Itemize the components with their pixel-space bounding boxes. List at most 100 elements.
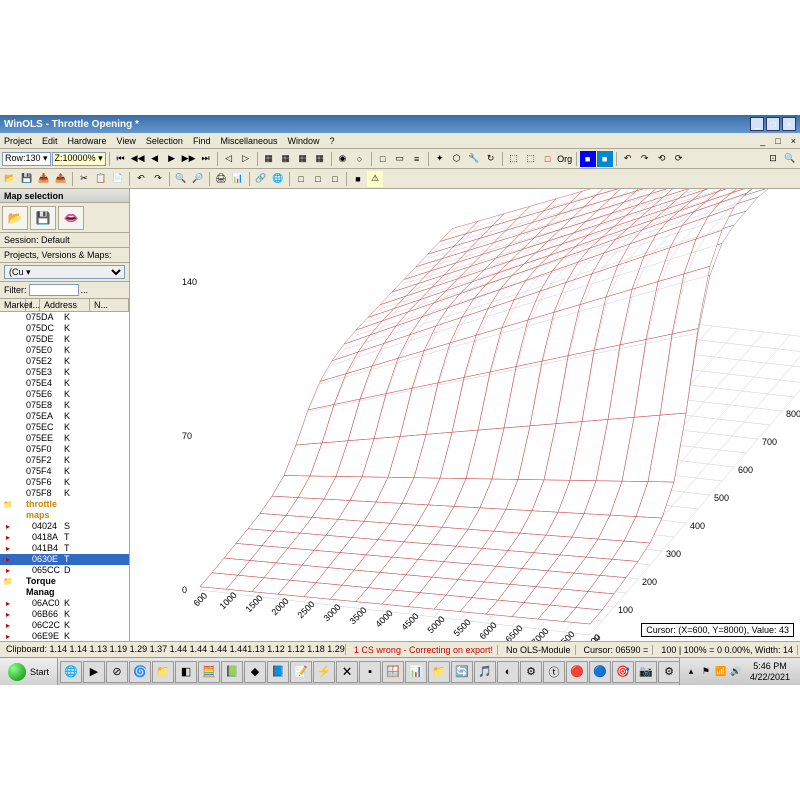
3d-surface-chart[interactable]: 0701406001000150020002500300035004000450…	[130, 189, 800, 641]
cut-icon[interactable]: ✂	[76, 171, 92, 187]
wand-icon[interactable]: ✦	[432, 151, 448, 167]
tree-item[interactable]: 075E4K	[0, 378, 129, 389]
nav-last-icon[interactable]: ⏭	[198, 151, 214, 167]
nav-first-icon[interactable]: ⏮	[113, 151, 129, 167]
color-a-icon[interactable]: ■	[580, 151, 596, 167]
clock[interactable]: 5:46 PM4/22/2021	[744, 661, 796, 683]
zoom-in-icon[interactable]: 🔍	[782, 151, 798, 167]
sel-a-icon[interactable]: ⬚	[506, 151, 522, 167]
minimize-button[interactable]: _	[750, 117, 764, 131]
paste-icon[interactable]: 📄	[110, 171, 126, 187]
tree-item[interactable]: ▸0418AT	[0, 532, 129, 543]
row-field[interactable]: Row:130 ▾	[2, 152, 51, 166]
tray-flag-icon[interactable]: ⚑	[699, 665, 713, 679]
view2-icon[interactable]: ○	[352, 151, 368, 167]
sel-c-icon[interactable]: □	[540, 151, 556, 167]
taskbar-app-16[interactable]: 📁	[428, 661, 450, 683]
taskbar-app-20[interactable]: ⚙	[520, 661, 542, 683]
tool-x1-icon[interactable]: □	[293, 171, 309, 187]
taskbar-app-22[interactable]: 🔴	[566, 661, 588, 683]
taskbar-app-3[interactable]: 🌀	[129, 661, 151, 683]
zoom-fit-icon[interactable]: ⊡	[765, 151, 781, 167]
menu-hardware[interactable]: Hardware	[68, 136, 107, 146]
nav-back-icon[interactable]: ◀	[147, 151, 163, 167]
tree-item[interactable]: 075EEK	[0, 433, 129, 444]
import-icon[interactable]: 📥	[36, 171, 52, 187]
grid-d-icon[interactable]: ▦	[312, 151, 328, 167]
sidebar-lips-icon[interactable]: 👄	[58, 206, 84, 230]
taskbar-app-7[interactable]: 📗	[221, 661, 243, 683]
taskbar-app-19[interactable]: ◐	[497, 661, 519, 683]
taskbar-app-1[interactable]: ▶	[83, 661, 105, 683]
taskbar-app-9[interactable]: 📘	[267, 661, 289, 683]
open-icon[interactable]: 📂	[2, 171, 18, 187]
color-b-icon[interactable]: ■	[597, 151, 613, 167]
rot-b-icon[interactable]: ↷	[637, 151, 653, 167]
undo-icon[interactable]: ↶	[133, 171, 149, 187]
taskbar-app-18[interactable]: 🎵	[474, 661, 496, 683]
connect-icon[interactable]: 🔗	[253, 171, 269, 187]
menu-edit[interactable]: Edit	[42, 136, 58, 146]
rot-c-icon[interactable]: ⟲	[654, 151, 670, 167]
taskbar-app-2[interactable]: ⊘	[106, 661, 128, 683]
taskbar-app-8[interactable]: ◆	[244, 661, 266, 683]
refresh-icon[interactable]: ↻	[483, 151, 499, 167]
rot-a-icon[interactable]: ↶	[620, 151, 636, 167]
redo-icon[interactable]: ↷	[150, 171, 166, 187]
map-tree[interactable]: 075DAK075DCK075DEK075E0K075E2K075E3K075E…	[0, 312, 129, 641]
taskbar-app-11[interactable]: ⚡	[313, 661, 335, 683]
tool-x2-icon[interactable]: □	[310, 171, 326, 187]
sidebar-save-icon[interactable]: 💾	[30, 206, 56, 230]
tree-item[interactable]: 075DCK	[0, 323, 129, 334]
tool-b-icon[interactable]: ▭	[392, 151, 408, 167]
taskbar-app-15[interactable]: 📊	[405, 661, 427, 683]
taskbar-app-0[interactable]: 🌐	[60, 661, 82, 683]
taskbar-app-23[interactable]: 🔵	[589, 661, 611, 683]
tree-item[interactable]: 075E3K	[0, 367, 129, 378]
tree-item[interactable]: 075EAK	[0, 411, 129, 422]
tree-item[interactable]: ▸065CCD	[0, 565, 129, 576]
projects-dropdown[interactable]: (Cu ▾	[4, 265, 125, 279]
find-icon[interactable]: 🔍	[173, 171, 189, 187]
warn-icon[interactable]: ⚠	[367, 171, 383, 187]
taskbar-app-17[interactable]: 🔄	[451, 661, 473, 683]
tree-item[interactable]: 075E2K	[0, 356, 129, 367]
menu-find[interactable]: Find	[193, 136, 211, 146]
filter-input[interactable]	[29, 284, 79, 296]
wrench-icon[interactable]: 🔧	[466, 151, 482, 167]
copy-icon[interactable]: 📋	[93, 171, 109, 187]
report-icon[interactable]: 📊	[230, 171, 246, 187]
tree-item[interactable]: 📁Torque Manag	[0, 576, 129, 598]
tray-up-icon[interactable]: ▴	[684, 665, 698, 679]
menu-help[interactable]: ?	[330, 136, 335, 146]
org-icon[interactable]: Org	[557, 151, 573, 167]
taskbar-app-5[interactable]: ◧	[175, 661, 197, 683]
grid-a-icon[interactable]: ▦	[261, 151, 277, 167]
nav-next-icon[interactable]: ▶▶	[181, 151, 197, 167]
mdi-minimize[interactable]: _	[760, 136, 765, 146]
rot-d-icon[interactable]: ⟳	[671, 151, 687, 167]
nav-fwd-icon[interactable]: ▶	[164, 151, 180, 167]
print-icon[interactable]: 🖨	[213, 171, 229, 187]
taskbar-app-13[interactable]: ▪	[359, 661, 381, 683]
taskbar-app-4[interactable]: 📁	[152, 661, 174, 683]
stop-icon[interactable]: ■	[350, 171, 366, 187]
sidebar-open-icon[interactable]: 📂	[2, 206, 28, 230]
tree-item[interactable]: 075F8K	[0, 488, 129, 499]
tray-net-icon[interactable]: 📶	[714, 665, 728, 679]
tree-item[interactable]: 075DEK	[0, 334, 129, 345]
tree-item[interactable]: 075E0K	[0, 345, 129, 356]
menu-view[interactable]: View	[117, 136, 136, 146]
zoom-field[interactable]: Z:10000% ▾	[52, 152, 106, 166]
grid-c-icon[interactable]: ▦	[295, 151, 311, 167]
tool-c-icon[interactable]: ≡	[409, 151, 425, 167]
start-button[interactable]: Start	[0, 658, 58, 686]
tree-item[interactable]: ▸041B4T	[0, 543, 129, 554]
taskbar-app-10[interactable]: 📝	[290, 661, 312, 683]
taskbar-app-21[interactable]: ⓣ	[543, 661, 565, 683]
menu-selection[interactable]: Selection	[146, 136, 183, 146]
filter-opts-icon[interactable]: ...	[81, 285, 89, 295]
tree-item[interactable]: ▸06E9EK	[0, 631, 129, 641]
maximize-button[interactable]: □	[766, 117, 780, 131]
taskbar-app-24[interactable]: 🎯	[612, 661, 634, 683]
